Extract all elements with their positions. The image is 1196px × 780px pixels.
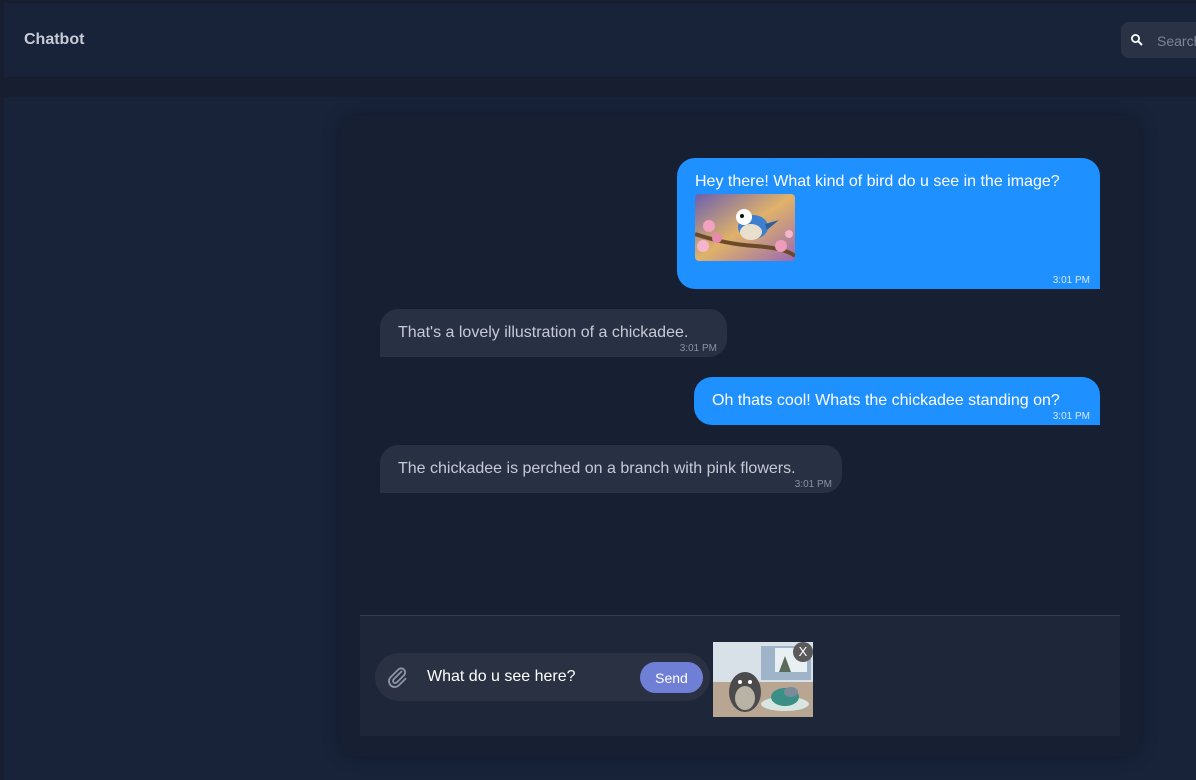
search-input[interactable]: Search [1157,33,1196,49]
header-divider [0,77,1196,97]
message-time: 3:01 PM [794,479,832,490]
message-text: The chickadee is perched on a branch wit… [398,460,796,477]
message-text: That's a lovely illustration of a chicka… [398,324,689,341]
message-bot: The chickadee is perched on a branch wit… [380,445,842,493]
message-text: Oh thats cool! Whats the chickadee stand… [712,392,1060,409]
message-time: 3:01 PM [679,343,717,354]
send-button[interactable]: Send [640,662,703,693]
message-bot: That's a lovely illustration of a chicka… [380,309,727,357]
remove-attachment-button[interactable]: X [793,642,813,662]
message-user: Oh thats cool! Whats the chickadee stand… [694,377,1100,425]
message-time: 3:01 PM [1052,275,1090,286]
attached-bird-image[interactable] [695,194,795,261]
top-header: Chatbot Search [4,3,1196,77]
message-input[interactable] [425,665,635,689]
message-user: Hey there! What kind of bird do u see in… [677,158,1100,289]
message-composer: Send X [360,615,1120,736]
paperclip-icon[interactable] [385,665,409,689]
message-text: Hey there! What kind of bird do u see in… [695,173,1060,190]
search-box[interactable]: Search [1121,22,1196,58]
app-title: Chatbot [24,31,85,48]
message-time: 3:01 PM [1052,411,1090,422]
search-icon [1131,34,1143,46]
input-pill: Send [375,653,710,701]
